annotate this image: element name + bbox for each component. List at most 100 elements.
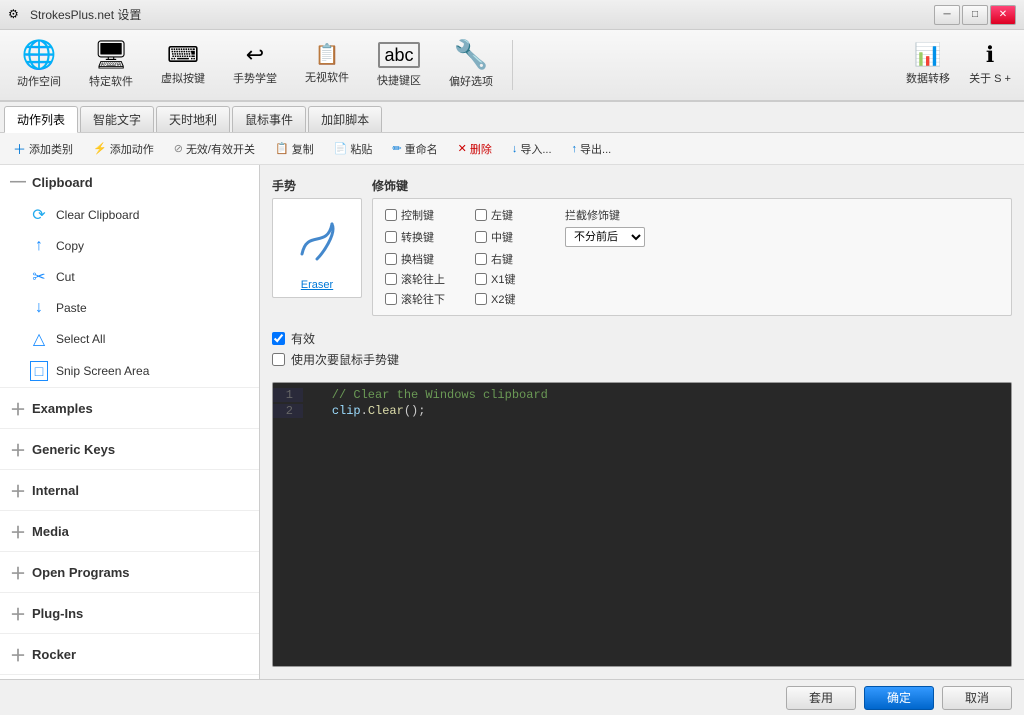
option-label: 有效 <box>291 330 315 347</box>
toolbar-virtual-key[interactable]: ⌨ 虚拟按键 <box>148 33 218 97</box>
modifier-intercept-select-cell: 不分前后 之前 之后 <box>565 227 645 247</box>
modifier-label: 左键 <box>491 207 513 223</box>
sidebar: — Clipboard ⟳ Clear Clipboard ↑ Copy ✂ C… <box>0 165 260 679</box>
shift-checkbox[interactable] <box>385 253 397 265</box>
left-checkbox[interactable] <box>475 209 487 221</box>
sidebar-group-header-internal[interactable]: ＋ Internal <box>0 470 259 510</box>
sidebar-group-header-clipboard[interactable]: — Clipboard <box>0 165 259 199</box>
toolbar-label: 无视软件 <box>305 69 349 85</box>
gesture-name[interactable]: Eraser <box>301 279 333 291</box>
sidebar-item-cut[interactable]: ✂ Cut <box>0 261 259 293</box>
gesture-display: Eraser <box>272 198 362 298</box>
toolbar-no-software[interactable]: 📋 无视软件 <box>292 33 362 97</box>
tab-time-place[interactable]: 天时地利 <box>156 106 230 132</box>
item-label: Select All <box>56 332 105 346</box>
middle-checkbox[interactable] <box>475 231 487 243</box>
cut-icon: ✂ <box>30 267 48 287</box>
gesture-section-label: 手势 <box>272 177 362 194</box>
paste-button[interactable]: 📄 粘贴 <box>325 137 382 161</box>
convert-checkbox[interactable] <box>385 231 397 243</box>
scroll-up-checkbox[interactable] <box>385 273 397 285</box>
action-bar: ＋ 添加类别 ⚡ 添加动作 ⊘ 无效/有效开关 📋 复制 📄 粘贴 ✏ 重命名 … <box>0 133 1024 165</box>
enabled-checkbox[interactable] <box>272 332 285 345</box>
intercept-select[interactable]: 不分前后 之前 之后 <box>565 227 645 247</box>
toolbar-label: 动作空间 <box>17 73 61 89</box>
cancel-button[interactable]: 取消 <box>942 686 1012 710</box>
wrench-icon: 🔧 <box>454 41 489 69</box>
copy-button[interactable]: 📋 复制 <box>266 137 323 161</box>
sidebar-group-header-rocker[interactable]: ＋ Rocker <box>0 634 259 674</box>
hotkey-icon: abc <box>378 42 419 68</box>
minimize-button[interactable]: ─ <box>934 5 960 25</box>
tab-smart-text[interactable]: 智能文字 <box>80 106 154 132</box>
import-button[interactable]: ↓ 导入... <box>503 137 561 161</box>
add-category-button[interactable]: ＋ 添加类别 <box>4 135 82 162</box>
select-all-icon: △ <box>30 329 48 349</box>
sidebar-group-header-generic-keys[interactable]: ＋ Generic Keys <box>0 429 259 469</box>
modifier-middle: 中键 <box>475 227 555 247</box>
barcode-icon: 📊 <box>914 44 941 66</box>
btn-label: 添加类别 <box>29 141 73 157</box>
main-toolbar: 🌐 动作空间 🖥 特定软件 ⌨ 虚拟按键 ↩ 手势学堂 📋 无视软件 abc 快… <box>0 30 1024 102</box>
clipboard-icon: 📋 <box>315 45 340 65</box>
sidebar-group-header-media[interactable]: ＋ Media <box>0 511 259 551</box>
sidebar-group-header-plug-ins[interactable]: ＋ Plug-Ins <box>0 593 259 633</box>
globe-icon: 🌐 <box>22 41 57 69</box>
minus-icon: — <box>10 173 26 191</box>
tab-action-list[interactable]: 动作列表 <box>4 106 78 133</box>
bottom-bar: 套用 确定 取消 <box>0 679 1024 715</box>
code-line-2: 2 clip.Clear(); <box>273 403 1011 419</box>
toggle-enable-button[interactable]: ⊘ 无效/有效开关 <box>165 137 264 161</box>
add-action-button[interactable]: ⚡ 添加动作 <box>84 137 163 161</box>
toolbar-label: 关于 S + <box>969 70 1011 86</box>
plus-icon: ＋ <box>10 437 26 461</box>
sidebar-item-paste[interactable]: ↓ Paste <box>0 293 259 323</box>
sidebar-group-header-open-programs[interactable]: ＋ Open Programs <box>0 552 259 592</box>
toolbar-label: 数据转移 <box>906 70 950 86</box>
x1-checkbox[interactable] <box>475 273 487 285</box>
monitor-icon: 🖥 <box>93 41 129 69</box>
delete-button[interactable]: ✕ 删除 <box>449 137 501 161</box>
toolbar-gesture-class[interactable]: ↩ 手势学堂 <box>220 33 290 97</box>
sidebar-group-internal: ＋ Internal <box>0 470 259 511</box>
toolbar-action-space[interactable]: 🌐 动作空间 <box>4 33 74 97</box>
btn-label: 粘贴 <box>350 141 372 157</box>
secondary-checkbox[interactable] <box>272 353 285 366</box>
sidebar-item-snip-screen[interactable]: □ Snip Screen Area <box>0 355 259 387</box>
sidebar-item-select-all[interactable]: △ Select All <box>0 323 259 355</box>
btn-label: 复制 <box>292 141 314 157</box>
toolbar-data-transfer[interactable]: 📊 数据转移 <box>898 33 958 97</box>
return-icon: ↩ <box>246 44 264 66</box>
restore-button[interactable]: □ <box>962 5 988 25</box>
toolbar-hotkeys[interactable]: abc 快捷键区 <box>364 33 434 97</box>
tab-mouse-event[interactable]: 鼠标事件 <box>232 106 306 132</box>
plus-icon: ＋ <box>10 519 26 543</box>
sidebar-item-clear-clipboard[interactable]: ⟳ Clear Clipboard <box>0 199 259 231</box>
sidebar-item-copy[interactable]: ↑ Copy <box>0 231 259 261</box>
clear-clipboard-icon: ⟳ <box>30 205 48 225</box>
toolbar-preferences[interactable]: 🔧 偏好选项 <box>436 33 506 97</box>
apply-button[interactable]: 套用 <box>786 686 856 710</box>
code-editor[interactable]: 1 // Clear the Windows clipboard 2 clip.… <box>272 382 1012 667</box>
tab-add-script[interactable]: 加卸脚本 <box>308 106 382 132</box>
modifier-label: X2键 <box>491 291 515 307</box>
scroll-down-checkbox[interactable] <box>385 293 397 305</box>
plus-icon: ＋ <box>10 478 26 502</box>
sidebar-group-header-examples[interactable]: ＋ Examples <box>0 388 259 428</box>
sidebar-group-header-window-related[interactable]: ＋ Window Related <box>0 675 259 679</box>
rename-button[interactable]: ✏ 重命名 <box>383 137 446 161</box>
paste-item-icon: ↓ <box>30 299 48 317</box>
info-icon: ℹ <box>986 44 994 66</box>
right-checkbox[interactable] <box>475 253 487 265</box>
toolbar-specific-software[interactable]: 🖥 特定软件 <box>76 33 146 97</box>
confirm-button[interactable]: 确定 <box>864 686 934 710</box>
ctrl-checkbox[interactable] <box>385 209 397 221</box>
x2-checkbox[interactable] <box>475 293 487 305</box>
option-secondary: 使用次要鼠标手势键 <box>272 351 1012 368</box>
close-button[interactable]: ✕ <box>990 5 1016 25</box>
item-label: Snip Screen Area <box>56 364 149 378</box>
titlebar: ⚙ StrokesPlus.net 设置 ─ □ ✕ <box>0 0 1024 30</box>
sidebar-group-examples: ＋ Examples <box>0 388 259 429</box>
toolbar-about[interactable]: ℹ 关于 S + <box>960 33 1020 97</box>
export-button[interactable]: ↑ 导出... <box>563 137 621 161</box>
